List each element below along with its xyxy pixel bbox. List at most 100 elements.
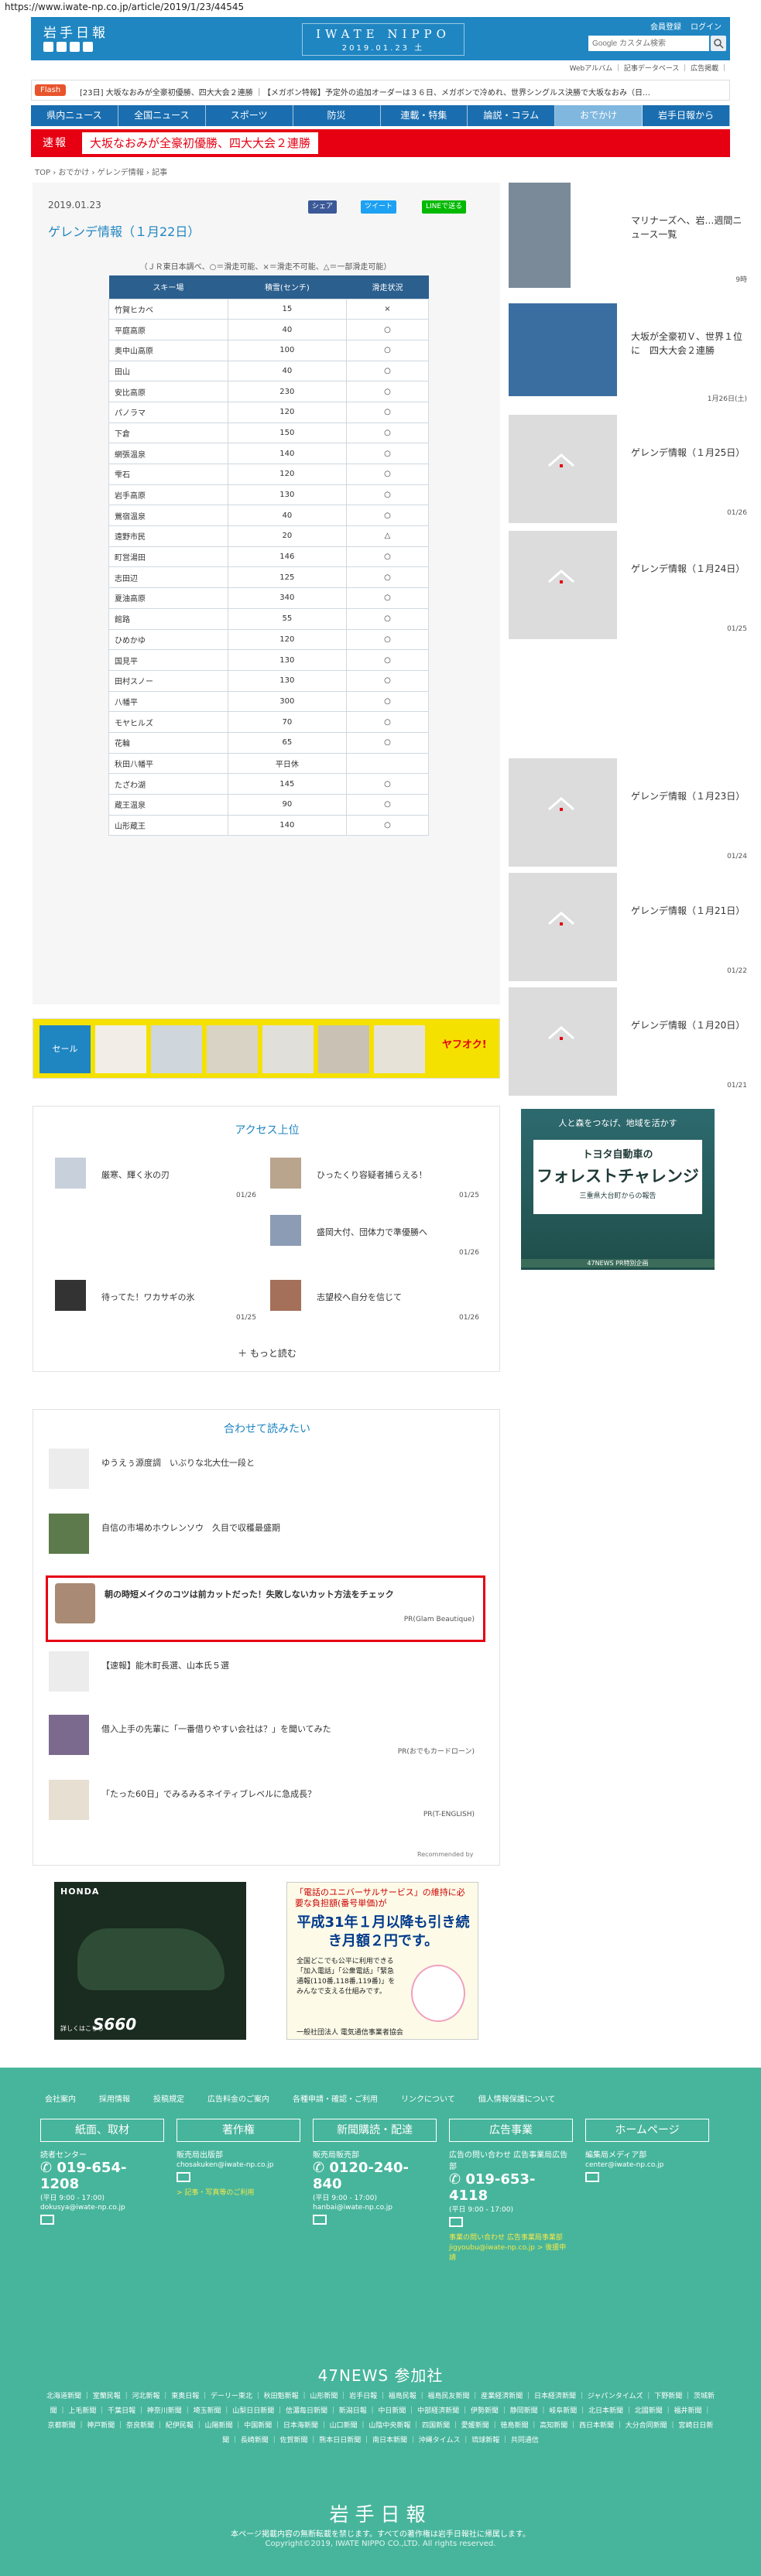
twitter-share-button[interactable]: ツイート — [361, 200, 397, 214]
search-icon[interactable] — [711, 36, 726, 51]
ad-thumb[interactable] — [207, 1025, 258, 1073]
more-link[interactable]: ＋ もっと読む — [33, 1346, 501, 1360]
footer-col-head[interactable]: 新聞購読・配達 — [313, 2119, 437, 2142]
ad-thumb[interactable] — [374, 1025, 425, 1073]
ad-sale-label[interactable]: セール — [39, 1025, 91, 1073]
sub-links[interactable]: Webアルバム ｜ 記事データベース ｜ 広告掲載 ｜ — [542, 63, 728, 73]
youtube-icon[interactable] — [83, 42, 93, 52]
search-input[interactable] — [588, 36, 709, 51]
flash-ticker[interactable]: Flash [23日] 大坂なおみが全豪初優勝、四大大会２連勝 ｜【メガボン特報… — [31, 80, 730, 101]
nav-item[interactable]: 論説・コラム — [468, 105, 556, 126]
related-title[interactable]: 自信の市場めホウレンソウ 久目で収穫最盛期 — [101, 1521, 280, 1534]
footer-hours: (平日 9:00 - 17:00) — [313, 2195, 377, 2202]
nav-item-active[interactable]: おでかけ — [555, 105, 643, 126]
breaking-headline[interactable]: 大坂なおみが全豪初優勝、四大大会２連勝 — [82, 132, 319, 154]
footer-extra[interactable]: > 記事・写真等のご利用 — [177, 2187, 300, 2197]
ad-thumb[interactable] — [318, 1025, 369, 1073]
ranking-thumb[interactable] — [270, 1280, 301, 1311]
related-title[interactable]: 「たった60日」でみるみるネイティブレベルに急成長？ — [101, 1787, 316, 1800]
related-thumb[interactable] — [49, 1715, 89, 1755]
footer-phone[interactable]: ✆ 019-654-1208 — [40, 2160, 164, 2192]
footer-link[interactable]: 投稿規定 — [153, 2092, 184, 2104]
flash-text[interactable]: [23日] 大坂なおみが全豪初優勝、四大大会２連勝 ｜【メガボン特報】予定外の追… — [80, 86, 650, 97]
breadcrumb[interactable]: TOP › おでかけ › ゲレンデ情報 › 記事 — [35, 166, 167, 177]
mail-icon[interactable] — [40, 2215, 54, 2225]
mail-icon[interactable] — [449, 2217, 463, 2227]
footer-phone[interactable]: ✆ 0120-240-840 — [313, 2160, 437, 2192]
toyota-ad[interactable]: 人と森をつなげ、地域を活かす トヨタ自動車の フォレストチャレンジ 三重県大台町… — [521, 1109, 715, 1270]
sidebar-item[interactable]: ゲレンデ情報（１月24日） 01/25 — [509, 531, 747, 639]
footer-link[interactable]: 各種申請・確認・ご利用 — [293, 2092, 378, 2104]
footer-mail[interactable]: chosakuken@iwate-np.co.jp — [177, 2161, 300, 2169]
mail-icon[interactable] — [313, 2215, 327, 2225]
twitter-icon[interactable] — [43, 42, 53, 52]
nav-item[interactable]: 県内ニュース — [31, 105, 118, 126]
footer-col-label: 販売局販売部 — [313, 2151, 359, 2160]
related-thumb[interactable] — [55, 1583, 95, 1623]
footer-mail[interactable]: center@iwate-np.co.jp — [585, 2161, 709, 2169]
sidebar-item[interactable]: ゲレンデ情報（１月21日） 01/22 — [509, 873, 747, 981]
sidebar-item[interactable]: ゲレンデ情報（１月25日） 01/26 — [509, 415, 747, 523]
ranking-title[interactable]: 厳寒、輝く氷の刃 — [101, 1168, 170, 1181]
sidebar-item[interactable]: ゲレンデ情報（１月20日） 01/21 — [509, 987, 747, 1096]
footer-col-head[interactable]: 広告事業 — [449, 2119, 573, 2142]
highlighted-ad[interactable] — [46, 1575, 485, 1642]
facebook-share-button[interactable]: シェア — [308, 200, 338, 214]
footer-link[interactable]: 個人情報保護について — [478, 2092, 556, 2104]
ranking-thumb[interactable] — [270, 1215, 301, 1246]
mail-icon[interactable] — [177, 2172, 190, 2182]
related-title[interactable]: ゆうえぅ源度調 いぶりな北大仕一段と — [101, 1456, 255, 1469]
footer-link[interactable]: 広告料金のご案内 — [207, 2092, 269, 2104]
ranking-thumb[interactable] — [55, 1280, 86, 1311]
yahoo-auction-logo[interactable]: ヤフオク! — [442, 1036, 487, 1051]
ranking-thumb[interactable] — [55, 1158, 86, 1189]
mail-icon[interactable] — [585, 2172, 599, 2182]
ad-thumb[interactable] — [95, 1025, 146, 1073]
ad-thumb[interactable] — [262, 1025, 314, 1073]
nav-item[interactable]: 防災 — [293, 105, 381, 126]
footer-mail[interactable]: hanbai@iwate-np.co.jp — [313, 2204, 437, 2212]
footer-link[interactable]: 会社案内 — [45, 2092, 76, 2104]
footer-col-head[interactable]: 紙面、取材 — [40, 2119, 164, 2142]
nav-item[interactable]: 岩手日報から — [643, 105, 730, 126]
related-thumb[interactable] — [49, 1449, 89, 1489]
related-thumb[interactable] — [49, 1514, 89, 1554]
nav-item[interactable]: スポーツ — [206, 105, 293, 126]
nav-item[interactable]: 連載・特集 — [381, 105, 468, 126]
member-register-link[interactable]: 会員登録 — [650, 20, 681, 32]
footer-phone[interactable]: ✆ 019-653-4118 — [449, 2171, 573, 2204]
ranking-title[interactable]: ひったくり容疑者捕らえる！ — [317, 1168, 427, 1181]
sidebar-item[interactable]: 大坂が全豪初Ｖ、世界１位に 四大大会２連勝 1月26日(土) — [509, 303, 747, 404]
sidebar-date: 01/25 — [727, 625, 747, 633]
site-logo[interactable]: 岩手日報 — [43, 22, 108, 41]
related-thumb[interactable] — [49, 1651, 89, 1692]
ranking-thumb[interactable] — [270, 1158, 301, 1189]
breaking-news-bar[interactable]: 速報 大坂なおみが全豪初優勝、四大大会２連勝 — [31, 129, 730, 157]
related-title[interactable]: 借入上手の先輩に「一番借りやすい会社は？」を聞いてみた — [101, 1722, 331, 1735]
footer-col-head[interactable]: 著作権 — [177, 2119, 300, 2142]
universal-service-ad[interactable]: 「電話のユニバーサルサービス」の維持に必要な負担額(番号単価)が 平成31年１月… — [286, 1882, 478, 2040]
footer-link[interactable]: リンクについて — [401, 2092, 455, 2104]
line-share-button[interactable]: LINEで送る — [422, 200, 467, 214]
instagram-icon[interactable] — [70, 42, 80, 52]
honda-ad[interactable]: HONDA S660 詳しくはこちら — [54, 1882, 246, 2040]
nav-item[interactable]: 全国ニュース — [118, 105, 206, 126]
footer-col-head[interactable]: ホームページ — [585, 2119, 709, 2142]
footer-link[interactable]: 採用情報 — [99, 2092, 130, 2104]
ad-thumb[interactable] — [151, 1025, 202, 1073]
footer-mail[interactable]: dokusya@iwate-np.co.jp — [40, 2204, 164, 2212]
ranking-title[interactable]: 待ってた！ワカサギの氷 — [101, 1291, 194, 1303]
ad-strip-yahoo[interactable]: セール ヤフオク! — [33, 1018, 500, 1079]
ranking-title[interactable]: 志望校へ自分を信じて — [317, 1291, 402, 1303]
sidebar-item[interactable]: ゲレンデ情報（１月23日） 01/24 — [509, 758, 747, 867]
sidebar-item[interactable]: マリナーズへ、岩…週間ニュース一覧 9時 — [509, 183, 747, 291]
n47-list[interactable]: 北海道新聞 ｜ 室蘭民報 ｜ 河北新報 ｜ 東奥日報 ｜ デーリー東北 ｜ 秋田… — [46, 2390, 715, 2448]
footer-extra[interactable]: 事業の問い合わせ 広告事業局事業部 jigyoubu@iwate-np.co.j… — [449, 2232, 573, 2262]
resort-name: 蔵王温泉 — [108, 794, 228, 816]
related-thumb[interactable] — [49, 1780, 89, 1820]
ranking-title[interactable]: 盛岡大付、団体力で準優勝へ — [317, 1226, 427, 1238]
related-title[interactable]: 朝の時短メイクのコツは前カットだった！失敗しないカット方法をチェック — [105, 1588, 394, 1600]
login-link[interactable]: ログイン — [691, 20, 722, 32]
related-title[interactable]: 【速報】能木町長選、山本氏５選 — [101, 1659, 229, 1671]
facebook-icon[interactable] — [57, 42, 67, 52]
